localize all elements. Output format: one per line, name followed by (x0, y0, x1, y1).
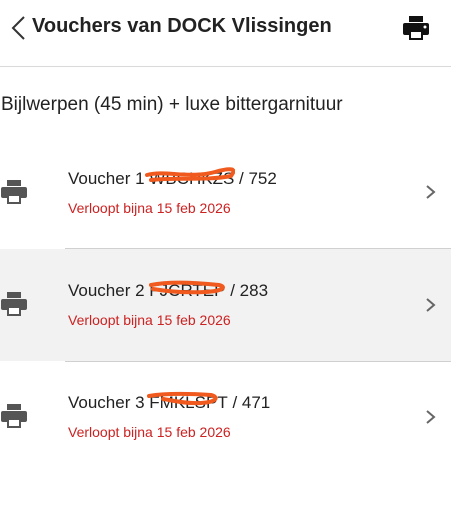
voucher-expiry: Verloopt bijna 15 feb 2026 (68, 312, 231, 328)
printer-icon[interactable] (0, 403, 28, 429)
voucher-prefix: Voucher 3 (68, 393, 145, 412)
voucher-expiry: Verloopt bijna 15 feb 2026 (68, 424, 231, 440)
voucher-label: Voucher 3 FMKLSPT / 471 (68, 392, 271, 413)
voucher-number: / 752 (239, 169, 277, 188)
voucher-row-2[interactable]: Voucher 2 FJCRTEP / 283 Verloopt bijna 1… (0, 249, 451, 361)
page-title: Vouchers van DOCK Vlissingen (32, 15, 332, 37)
voucher-label: Voucher 2 FJCRTEP / 283 (68, 280, 269, 301)
redacted-code: FMKLSPT (147, 392, 228, 413)
app-header: Vouchers van DOCK Vlissingen (0, 0, 451, 67)
voucher-row-3[interactable]: Voucher 3 FMKLSPT / 471 Verloopt bijna 1… (0, 362, 451, 474)
chevron-right-icon[interactable] (423, 182, 437, 202)
redaction-scribble (145, 167, 236, 182)
redacted-code: FJCRTEP (149, 280, 226, 301)
product-name: Bijlwerpen (45 min) + luxe bittergarnitu… (1, 94, 343, 115)
voucher-label: Voucher 1 WBCHKZS / 752 (68, 167, 277, 189)
voucher-prefix: Voucher 2 (68, 281, 145, 300)
chevron-right-icon[interactable] (423, 295, 437, 315)
chevron-right-icon[interactable] (423, 407, 437, 427)
voucher-number: / 471 (232, 393, 271, 412)
chevron-left-icon[interactable] (8, 14, 32, 42)
redaction-scribble (149, 280, 226, 295)
voucher-expiry: Verloopt bijna 15 feb 2026 (68, 200, 231, 216)
voucher-number: / 283 (230, 281, 269, 300)
printer-icon[interactable] (401, 14, 431, 42)
printer-icon[interactable] (0, 179, 28, 205)
voucher-prefix: Voucher 1 (68, 169, 145, 188)
voucher-row-1[interactable]: Voucher 1 WBCHKZS / 752 Verloopt bijna 1… (0, 136, 451, 248)
printer-icon[interactable] (0, 291, 28, 317)
redacted-code: WBCHKZS (145, 167, 236, 189)
redaction-scribble (147, 392, 218, 406)
